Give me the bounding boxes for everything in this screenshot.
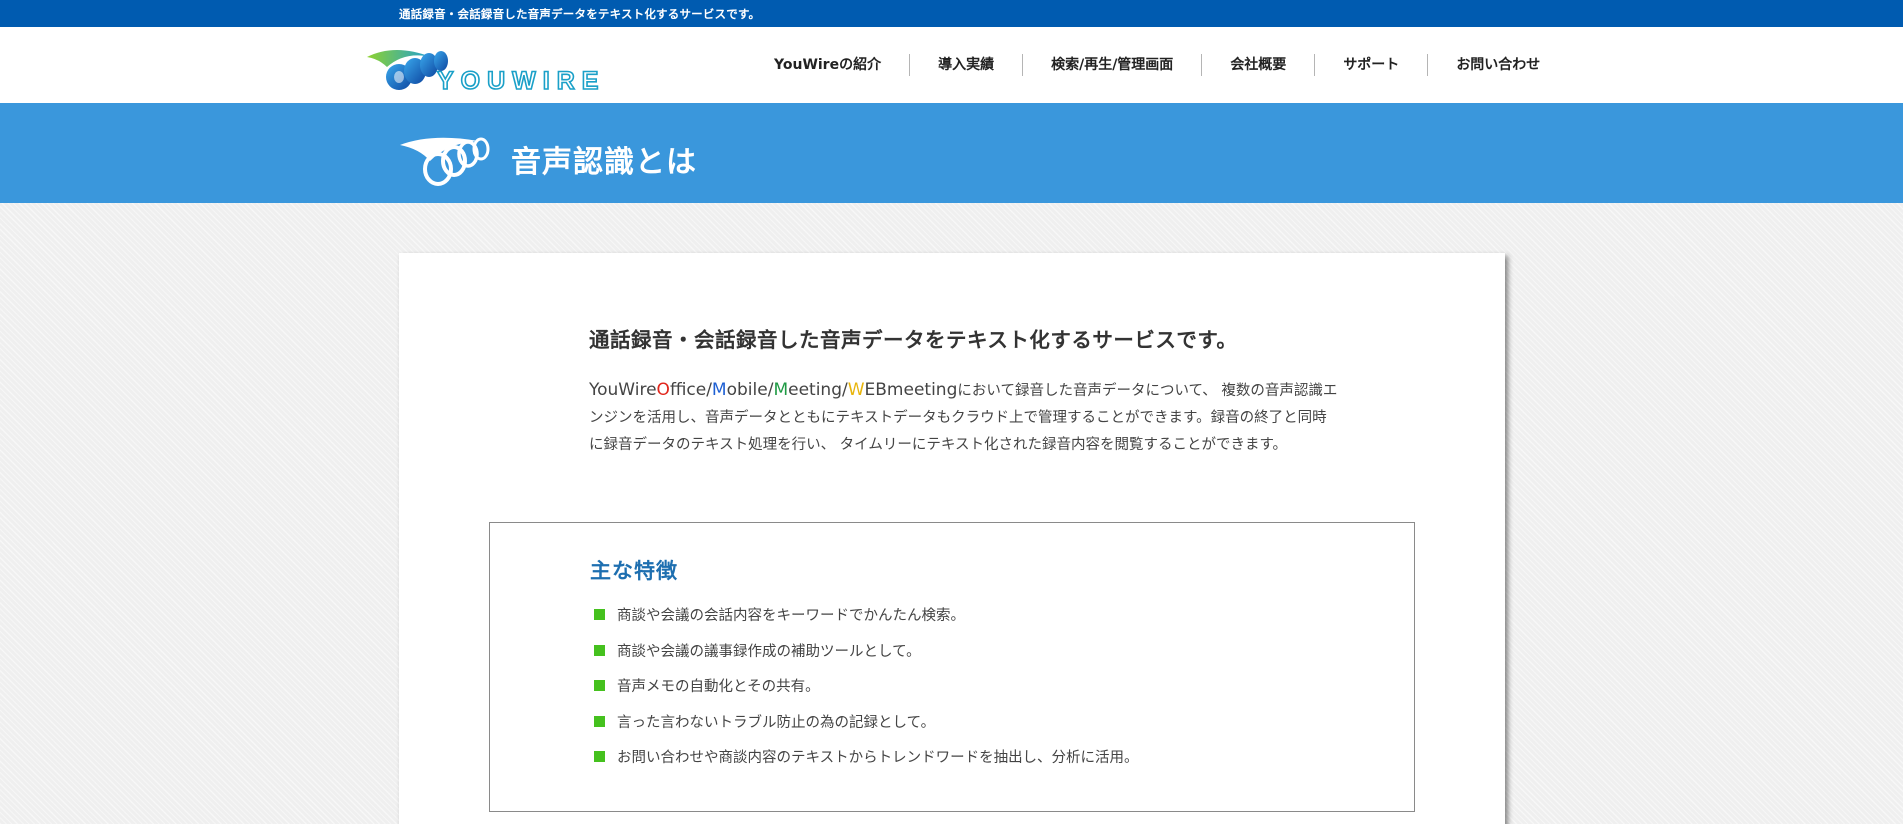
logo-wordmark: YOUWIRE bbox=[437, 67, 605, 93]
feature-text: 商談や会議の会話内容をキーワードでかんたん検索。 bbox=[617, 608, 965, 625]
bullet-square-icon bbox=[594, 715, 605, 727]
top-bar-tagline: 通話録音・会話録音した音声データをテキスト化するサービスです。 bbox=[399, 7, 761, 21]
brand-mobile-rest: obile bbox=[726, 380, 768, 400]
main-nav: YouWireの紹介 導入実績 検索/再生/管理画面 会社概要 サポート お問い… bbox=[746, 52, 1540, 78]
feature-text: 商談や会議の議事録作成の補助ツールとして。 bbox=[617, 643, 921, 660]
list-item: 音声メモの自動化とその共有。 bbox=[594, 668, 1139, 704]
nav-item-search-playback[interactable]: 検索/再生/管理画面 bbox=[1022, 54, 1201, 76]
features-title: 主な特徴 bbox=[590, 559, 678, 583]
brand-meeting-rest: eeting bbox=[788, 380, 842, 400]
nav-item-company[interactable]: 会社概要 bbox=[1201, 54, 1314, 76]
bullet-square-icon bbox=[594, 609, 605, 621]
brand-youwire: YouWire bbox=[589, 380, 657, 400]
list-item: 商談や会議の会話内容をキーワードでかんたん検索。 bbox=[594, 597, 1139, 633]
content-card: 通話録音・会話録音した音声データをテキスト化するサービスです。 YouWireO… bbox=[399, 253, 1505, 824]
brand-webmeeting-rest: EBmeeting bbox=[864, 380, 958, 400]
lead-title: 通話録音・会話録音した音声データをテキスト化するサービスです。 bbox=[589, 328, 1238, 352]
brand-w-letter: W bbox=[847, 380, 865, 400]
list-item: 商談や会議の議事録作成の補助ツールとして。 bbox=[594, 633, 1139, 669]
feature-text: 言った言わないトラブル防止の為の記録として。 bbox=[617, 714, 936, 731]
bullet-square-icon bbox=[594, 680, 605, 692]
brand-o-letter: O bbox=[656, 380, 670, 400]
nav-item-support[interactable]: サポート bbox=[1314, 54, 1427, 76]
nav-item-youwire-intro[interactable]: YouWireの紹介 bbox=[746, 54, 909, 76]
brand-office-rest: ffice bbox=[669, 380, 707, 400]
nav-item-case-studies[interactable]: 導入実績 bbox=[909, 54, 1022, 76]
page-title: 音声認識とは bbox=[511, 145, 697, 180]
bullet-square-icon bbox=[594, 751, 605, 763]
site-header: YOUWIRE YouWireの紹介 導入実績 検索/再生/管理画面 会社概要 … bbox=[0, 27, 1903, 103]
list-item: お問い合わせや商談内容のテキストからトレンドワードを抽出し、分析に活用。 bbox=[594, 739, 1139, 775]
bullet-square-icon bbox=[594, 644, 605, 656]
brand-m-letter: M bbox=[711, 380, 727, 400]
brand-m2-letter: M bbox=[773, 380, 789, 400]
features-box: 主な特徴 商談や会議の会話内容をキーワードでかんたん検索。 商談や会議の議事録作… bbox=[489, 522, 1415, 812]
list-item: 言った言わないトラブル防止の為の記録として。 bbox=[594, 704, 1139, 740]
youwire-mark-icon bbox=[400, 137, 490, 186]
lead-description: YouWireOffice/Mobile/Meeting/WEBmeetingに… bbox=[589, 377, 1339, 459]
page-hero: 音声認識とは bbox=[0, 103, 1903, 203]
feature-text: 音声メモの自動化とその共有。 bbox=[617, 679, 820, 696]
features-list: 商談や会議の会話内容をキーワードでかんたん検索。 商談や会議の議事録作成の補助ツ… bbox=[594, 597, 1139, 775]
feature-text: お問い合わせや商談内容のテキストからトレンドワードを抽出し、分析に活用。 bbox=[617, 750, 1139, 767]
youwire-logo[interactable]: YOUWIRE bbox=[365, 37, 645, 93]
top-bar: 通話録音・会話録音した音声データをテキスト化するサービスです。 bbox=[0, 0, 1903, 27]
nav-item-contact[interactable]: お問い合わせ bbox=[1427, 54, 1540, 76]
brand-name: YouWireOffice/Mobile/Meeting/WEBmeeting bbox=[589, 380, 957, 400]
